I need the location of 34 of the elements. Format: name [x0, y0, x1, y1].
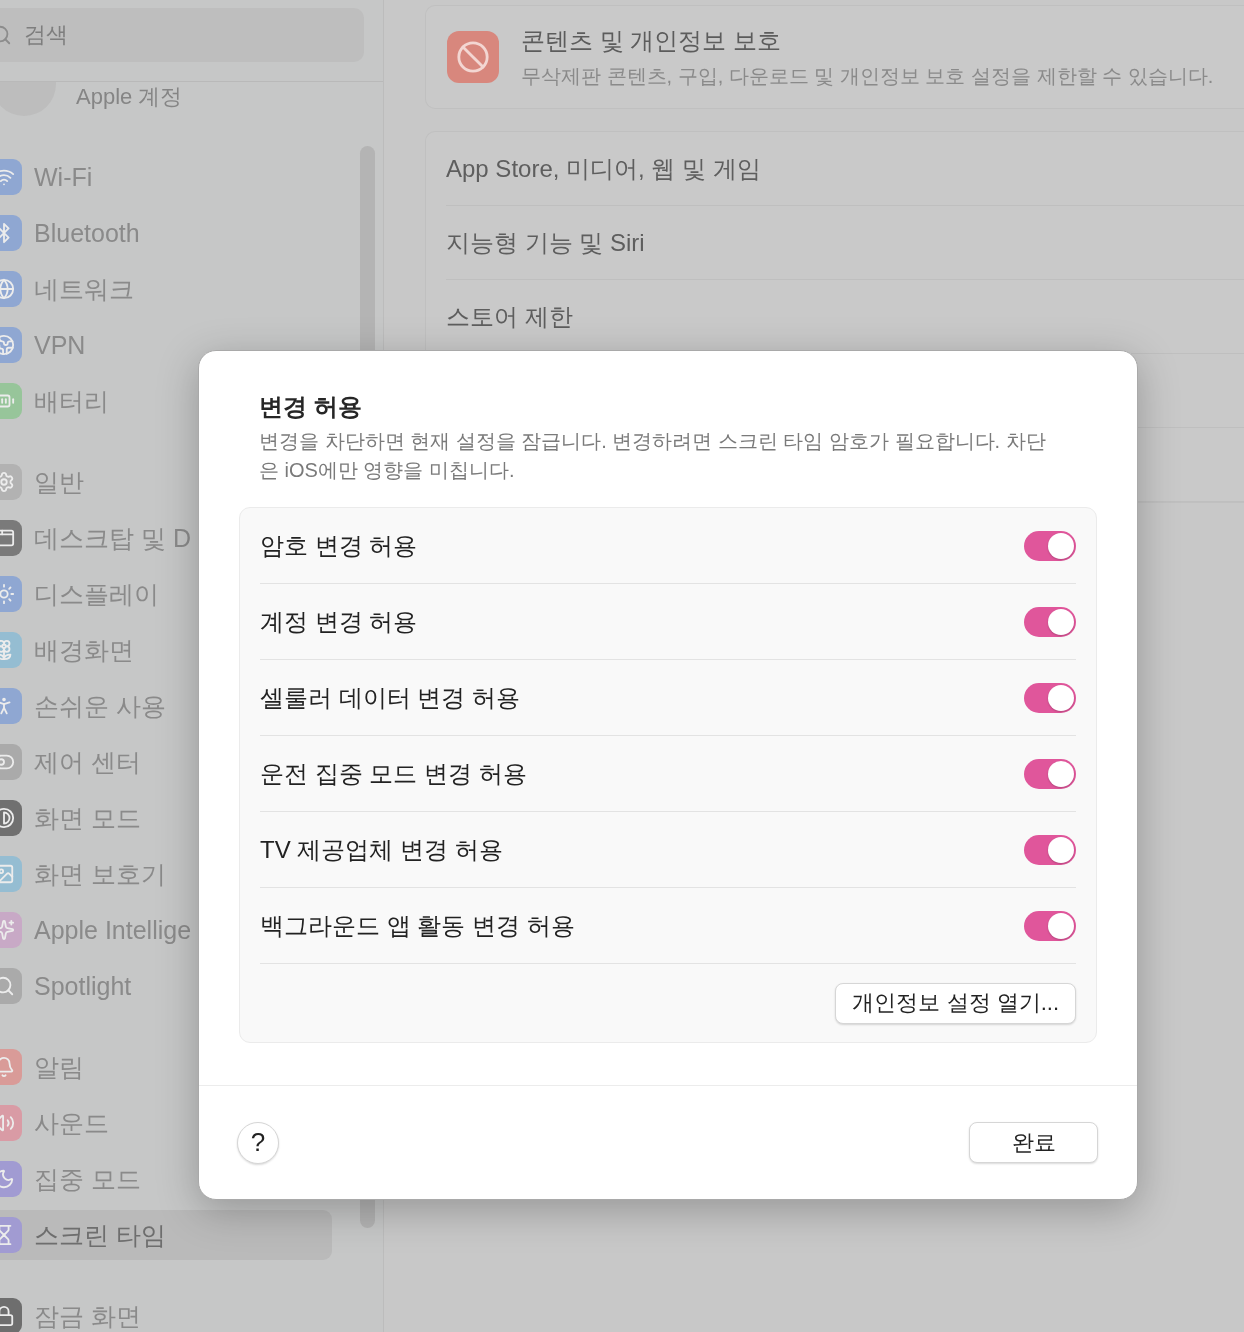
card-subtitle: 무삭제판 콘텐츠, 구입, 다운로드 및 개인정보 보호 설정을 제한할 수 있습니다.	[521, 63, 1214, 89]
sidebar-item[interactable]: 스크린 타임	[0, 1210, 332, 1260]
toggle-label: 백그라운드 앱 활동 변경 허용	[260, 910, 575, 941]
sidebar-item[interactable]: Wi-Fi	[0, 152, 332, 202]
toggle-switch[interactable]	[1024, 758, 1076, 789]
toggle-label: 셀룰러 데이터 변경 허용	[260, 682, 520, 713]
sidebar-item[interactable]: Spotlight	[0, 961, 332, 1011]
toggle-switch[interactable]	[1024, 834, 1076, 865]
settings-row[interactable]: 스토어 제한	[446, 300, 573, 333]
toggle-label: 운전 집중 모드 변경 허용	[260, 758, 527, 789]
sidebar-item[interactable]: VPN	[0, 320, 332, 370]
sidebar-item[interactable]: 알림	[0, 1042, 332, 1092]
sidebar-item[interactable]: Bluetooth	[0, 208, 332, 258]
toggle-switch[interactable]	[1024, 682, 1076, 713]
toggle-label: 계정 변경 허용	[260, 606, 418, 637]
card-title: 콘텐츠 및 개인정보 보호	[521, 25, 782, 56]
block-icon	[447, 31, 499, 83]
account-label[interactable]: Apple 계정	[76, 82, 183, 112]
toggle-switch[interactable]	[1024, 910, 1076, 941]
toggle-switch[interactable]	[1024, 530, 1076, 561]
done-button[interactable]: 완료	[969, 1122, 1098, 1163]
toggle-label: TV 제공업체 변경 허용	[260, 834, 503, 865]
settings-card[interactable]: 콘텐츠 및 개인정보 보호 무삭제판 콘텐츠, 구입, 다운로드 및 개인정보 보호 설정을 제한할 수 있습니다.	[425, 5, 1244, 109]
help-button[interactable]: ?	[237, 1121, 279, 1164]
sidebar-item[interactable]: 네트워크	[0, 264, 332, 314]
settings-row[interactable]: App Store, 미디어, 웹 및 게임	[446, 152, 761, 185]
sidebar-item[interactable]: 잠금 화면	[0, 1291, 332, 1332]
dialog-description: 변경을 차단하면 현재 설정을 잠급니다. 변경하려면 스크린 타임 암호가 필요합니다. 차단은 iOS에만 영향을 미칩니다.	[259, 429, 1047, 483]
search-field[interactable]: 검색	[0, 8, 364, 62]
privacy-settings-button[interactable]: 개인정보 설정 열기...	[835, 982, 1076, 1024]
toggle-label: 암호 변경 허용	[260, 530, 418, 561]
settings-row[interactable]: 지능형 기능 및 Siri	[446, 226, 645, 259]
dialog-title: 변경 허용	[259, 392, 363, 422]
toggle-switch[interactable]	[1024, 606, 1076, 637]
